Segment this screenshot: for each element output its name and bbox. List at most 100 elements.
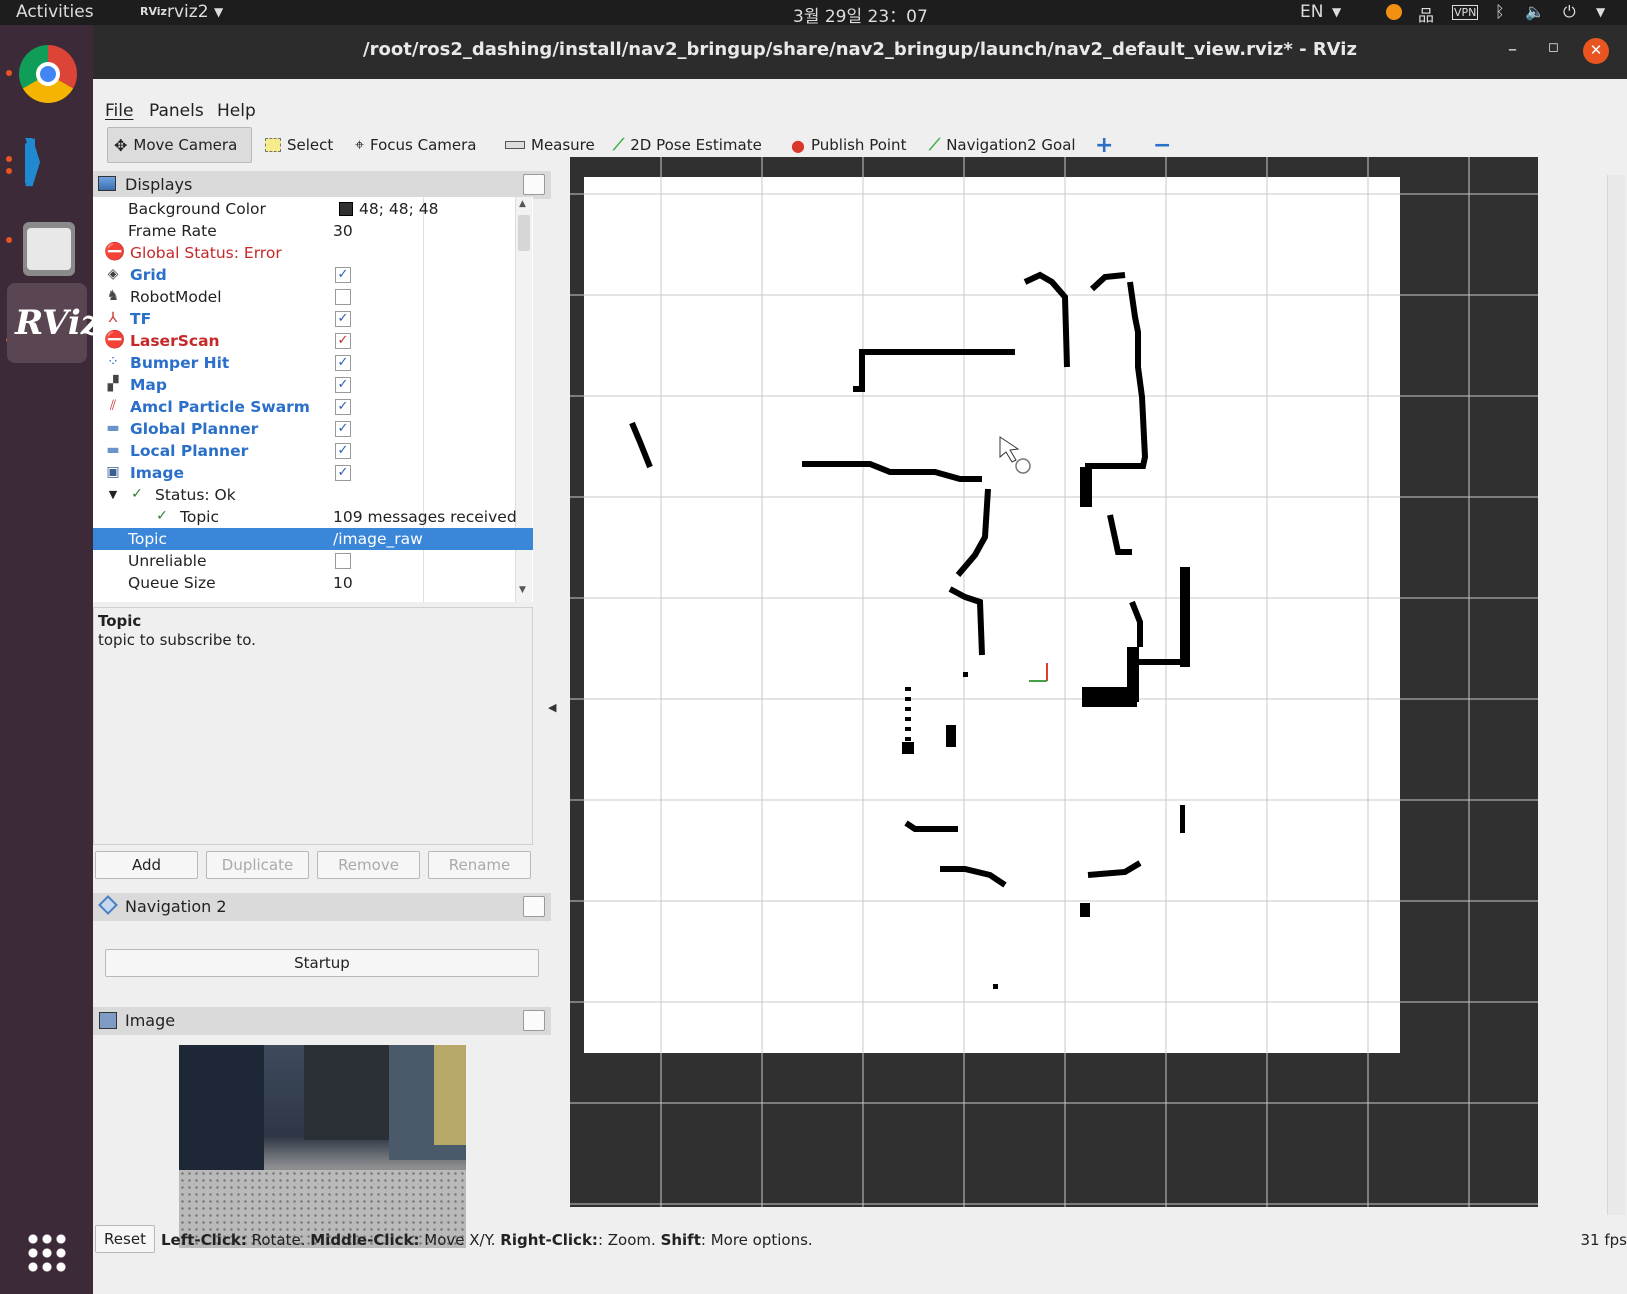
- fps-counter: 31 fps: [1580, 1231, 1627, 1249]
- tree-row-robotmodel[interactable]: ♞ RobotModel: [93, 286, 533, 308]
- vscode-icon[interactable]: ⟩: [7, 121, 87, 201]
- axes-icon: ⅄: [108, 310, 118, 326]
- image-checkbox[interactable]: ✓: [335, 465, 351, 481]
- system-top-bar: Activities RViz rviz2 ▼ 3월 29일 23：07 EN …: [0, 0, 1627, 27]
- tree-row-background-color[interactable]: Background Color 48; 48; 48: [93, 198, 533, 220]
- monitor-icon: [98, 176, 116, 191]
- panel-float-button[interactable]: [523, 896, 545, 917]
- expand-arrow-icon[interactable]: ▼: [104, 488, 122, 506]
- focus-camera-icon: ⌖: [355, 135, 365, 154]
- image-panel-header: Image: [93, 1007, 551, 1035]
- ubuntu-dock: ⟩ RViz: [0, 25, 100, 1294]
- tree-row-amcl-particle-swarm[interactable]: ⫽ Amcl Particle Swarm ✓: [93, 396, 533, 418]
- close-icon[interactable]: ✕: [1583, 38, 1609, 64]
- power-icon[interactable]: ⏻: [1563, 2, 1576, 22]
- chrome-icon[interactable]: [7, 33, 87, 113]
- diamond-icon: [98, 895, 118, 915]
- check-icon: ✓: [131, 486, 143, 502]
- rviz-icon[interactable]: RViz: [7, 283, 100, 363]
- panel-float-button[interactable]: [523, 1010, 545, 1031]
- robotmodel-checkbox[interactable]: [335, 289, 351, 305]
- menu-bar: File Panels Help: [93, 79, 1627, 125]
- folder-icon: ▬: [106, 442, 120, 458]
- tree-row-status-ok[interactable]: ▼ ✓ Status: Ok: [93, 484, 533, 506]
- tree-row-queue-size[interactable]: Queue Size 10: [93, 572, 533, 594]
- rviz-window: /root/ros2_dashing/install/nav2_bringup/…: [93, 25, 1627, 1294]
- local-planner-checkbox[interactable]: ✓: [335, 443, 351, 459]
- add-button[interactable]: Add: [95, 851, 198, 879]
- activities-button[interactable]: Activities: [16, 2, 94, 22]
- maximize-icon[interactable]: ◻: [1548, 40, 1559, 55]
- tf-checkbox[interactable]: ✓: [335, 311, 351, 327]
- tree-row-topic-status[interactable]: ✓ Topic 109 messages received: [93, 506, 533, 528]
- ruler-icon: [505, 141, 525, 149]
- map-canvas: [570, 157, 1538, 1207]
- tree-row-image[interactable]: ▣ Image ✓: [93, 462, 533, 484]
- clock[interactable]: 3월 29일 23：07: [793, 2, 928, 27]
- select-button[interactable]: Select: [265, 127, 333, 163]
- duplicate-button[interactable]: Duplicate: [206, 851, 309, 879]
- grid-checkbox[interactable]: ✓: [335, 267, 351, 283]
- vpn-icon[interactable]: VPN: [1452, 5, 1479, 20]
- map-icon: ▞: [107, 376, 119, 392]
- collapse-left-icon[interactable]: ◀: [548, 701, 556, 714]
- panel-float-button[interactable]: [523, 174, 545, 195]
- 3d-render-view[interactable]: [570, 157, 1538, 1207]
- network-icon[interactable]: 品: [1418, 2, 1434, 26]
- displays-panel-header: Displays: [93, 171, 551, 199]
- language-indicator[interactable]: EN: [1300, 2, 1323, 22]
- reset-button[interactable]: Reset: [95, 1225, 155, 1253]
- occupancy-map: [584, 177, 1400, 1053]
- notification-dot-icon: [1386, 4, 1402, 20]
- bluetooth-icon[interactable]: ᛒ: [1495, 2, 1505, 21]
- status-bar: Reset Left-Click: Rotate. Middle-Click: …: [93, 1219, 1627, 1259]
- minimize-icon[interactable]: –: [1508, 39, 1517, 60]
- tree-row-map[interactable]: ▞ Map ✓: [93, 374, 533, 396]
- image-panel-title: Image: [125, 1011, 176, 1030]
- laserscan-checkbox[interactable]: ✓: [335, 333, 351, 349]
- rviz-app-icon: RViz: [140, 5, 167, 18]
- displays-tree: ▲ ▼ Background Color 48; 48; 48 Frame Ra…: [93, 197, 533, 602]
- tree-row-frame-rate[interactable]: Frame Rate 30: [93, 220, 533, 242]
- camera-image: [179, 1045, 466, 1248]
- image-icon: ▣: [106, 464, 120, 480]
- views-panel-splitter[interactable]: [1607, 175, 1625, 1215]
- amcl-particle-swarm-checkbox[interactable]: ✓: [335, 399, 351, 415]
- menu-panels[interactable]: Panels: [149, 101, 204, 121]
- files-icon[interactable]: [7, 210, 87, 290]
- grid-icon: ◈: [107, 266, 119, 282]
- menu-file[interactable]: File: [105, 101, 133, 121]
- focus-camera-button[interactable]: ⌖ Focus Camera: [355, 127, 477, 163]
- title-bar: /root/ros2_dashing/install/nav2_bringup/…: [93, 25, 1627, 79]
- global-planner-checkbox[interactable]: ✓: [335, 421, 351, 437]
- description-text: topic to subscribe to.: [98, 631, 256, 649]
- chevron-down-icon: ▼: [214, 5, 224, 19]
- green-arrow-icon: ⟋: [929, 135, 941, 154]
- move-camera-button[interactable]: ✥ Move Camera: [107, 127, 252, 163]
- rename-button[interactable]: Rename: [428, 851, 531, 879]
- menu-help[interactable]: Help: [217, 101, 256, 121]
- tree-row-bumper-hit[interactable]: ⁘ Bumper Hit ✓: [93, 352, 533, 374]
- error-icon: ⛔: [104, 330, 126, 350]
- image-icon: [99, 1012, 117, 1029]
- unreliable-checkbox[interactable]: [335, 553, 351, 569]
- show-applications-icon[interactable]: [26, 1232, 68, 1274]
- tree-row-grid[interactable]: ◈ Grid ✓: [93, 264, 533, 286]
- app-menu[interactable]: rviz2: [167, 2, 209, 22]
- map-checkbox[interactable]: ✓: [335, 377, 351, 393]
- tree-row-local-planner[interactable]: ▬ Local Planner ✓: [93, 440, 533, 462]
- tree-row-topic-selected[interactable]: Topic /image_raw: [93, 528, 533, 550]
- tree-row-laserscan[interactable]: ⛔ LaserScan ✓: [93, 330, 533, 352]
- navigation2-panel-header: Navigation 2: [93, 893, 551, 921]
- volume-icon[interactable]: 🔈: [1525, 2, 1545, 21]
- startup-button[interactable]: Startup: [105, 949, 539, 977]
- color-swatch[interactable]: [339, 202, 353, 216]
- tree-row-tf[interactable]: ⅄ TF ✓: [93, 308, 533, 330]
- tree-row-unreliable[interactable]: Unreliable: [93, 550, 533, 572]
- bumper-hit-checkbox[interactable]: ✓: [335, 355, 351, 371]
- description-title: Topic: [98, 612, 142, 630]
- tree-row-global-status[interactable]: ⛔ Global Status: Error: [93, 242, 533, 264]
- tree-row-global-planner[interactable]: ▬ Global Planner ✓: [93, 418, 533, 440]
- remove-button[interactable]: Remove: [317, 851, 420, 879]
- window-title: /root/ros2_dashing/install/nav2_bringup/…: [363, 39, 1357, 60]
